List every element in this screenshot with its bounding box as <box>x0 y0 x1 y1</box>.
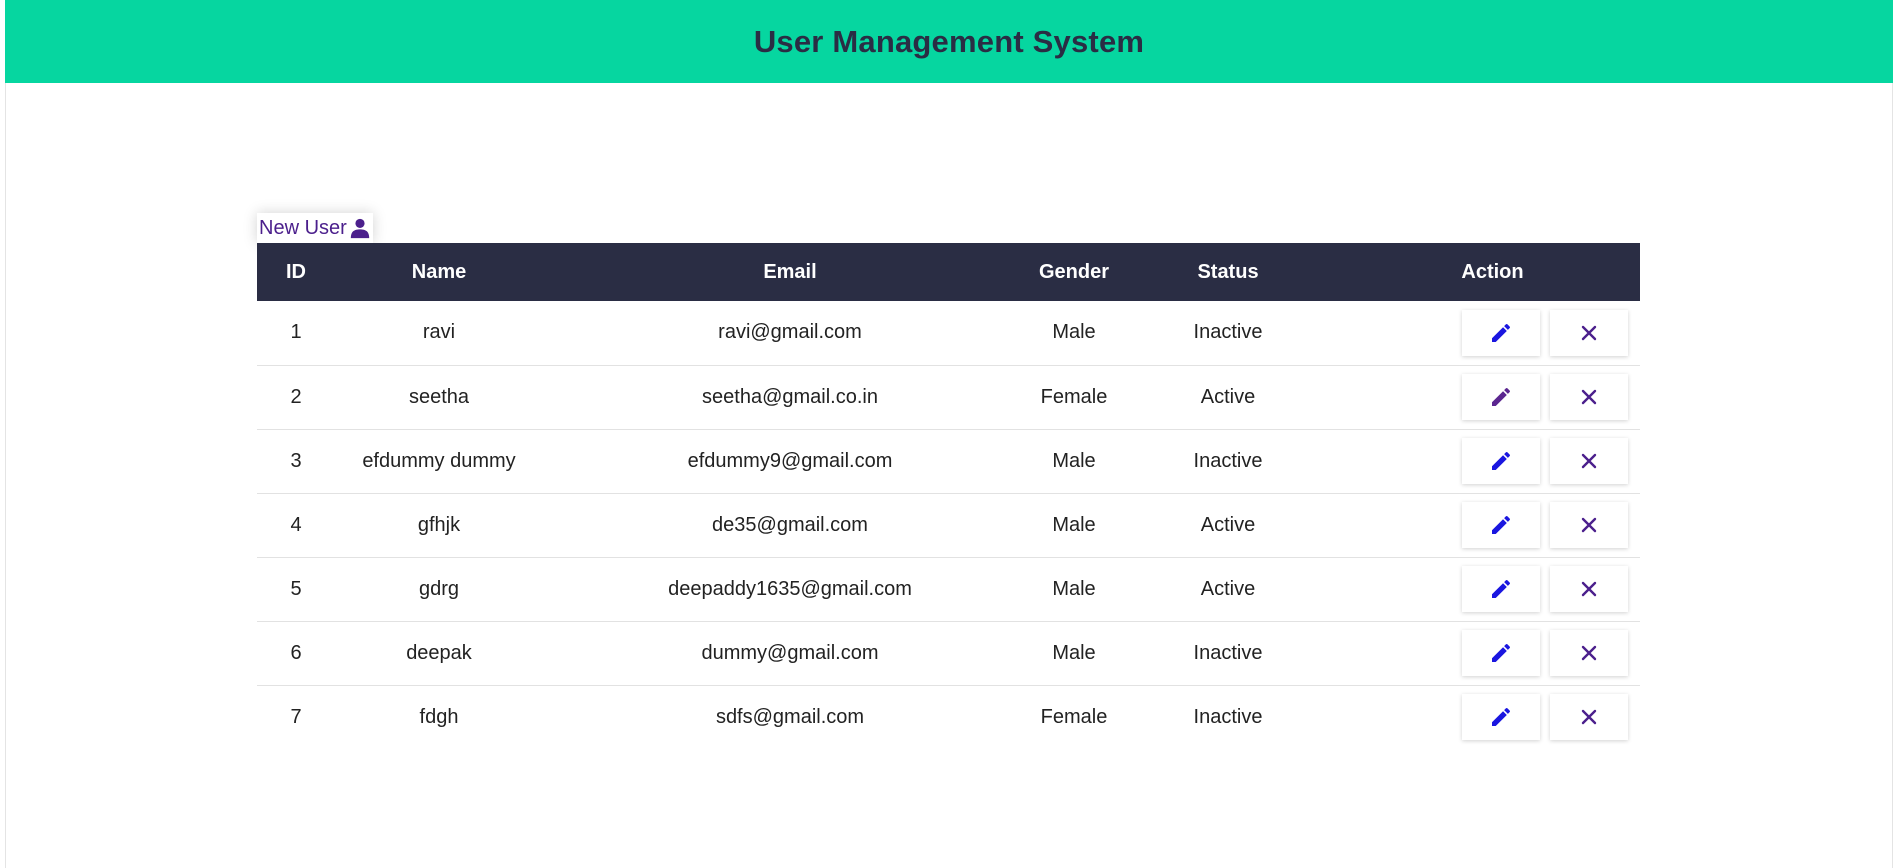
pencil-icon <box>1492 451 1511 470</box>
cell-id: 4 <box>290 513 302 536</box>
cell-gender: Male <box>1052 513 1096 536</box>
new-user-label: New User <box>259 216 347 239</box>
cell-status: Active <box>1200 513 1256 536</box>
user-icon <box>350 218 369 239</box>
cell-id: 6 <box>290 641 302 664</box>
cell-name: ravi <box>422 321 456 344</box>
delete-button[interactable] <box>1550 566 1628 612</box>
pencil-icon <box>1492 643 1511 662</box>
column-header-action: Action <box>1461 260 1524 283</box>
new-user-button[interactable]: New User <box>257 213 373 243</box>
cell-email: sdfs@gmail.com <box>715 705 865 728</box>
cell-actions <box>1345 493 1640 557</box>
close-icon <box>1581 581 1597 597</box>
page-title: User Management System <box>753 23 1145 59</box>
pencil-icon <box>1492 579 1511 598</box>
cell-actions <box>1345 685 1640 749</box>
cell-email: dummy@gmail.com <box>701 641 879 664</box>
cell-gender: Female <box>1040 385 1108 408</box>
table-row: 7 fdgh sdfs@gmail.com Female Inactive <box>257 685 1640 749</box>
close-icon <box>1581 645 1597 661</box>
cell-id: 3 <box>290 449 302 472</box>
cell-id: 7 <box>290 705 302 728</box>
edit-button[interactable] <box>1462 566 1540 612</box>
cell-email: efdummy9@gmail.com <box>687 449 893 472</box>
cell-name: deepak <box>406 641 472 664</box>
pencil-icon <box>1492 387 1511 406</box>
table-row: 5 gdrg deepaddy1635@gmail.com Male Activ… <box>257 557 1640 621</box>
cell-status: Inactive <box>1193 705 1263 728</box>
cell-gender: Male <box>1052 449 1096 472</box>
column-header-email: Email <box>763 260 817 283</box>
delete-button[interactable] <box>1550 694 1628 741</box>
edit-button[interactable] <box>1462 309 1540 356</box>
table-row: 4 gfhjk de35@gmail.com Male Active <box>257 493 1640 557</box>
pencil-icon <box>1492 515 1511 534</box>
delete-button[interactable] <box>1550 630 1628 676</box>
column-header-id: ID <box>286 260 306 283</box>
edit-button[interactable] <box>1462 374 1540 420</box>
cell-status: Inactive <box>1193 321 1263 344</box>
pencil-icon <box>1492 708 1511 727</box>
cell-actions <box>1345 557 1640 621</box>
cell-email: de35@gmail.com <box>712 513 868 536</box>
edit-button[interactable] <box>1462 438 1540 484</box>
delete-button[interactable] <box>1550 502 1628 548</box>
close-icon <box>1581 710 1597 725</box>
table-row: 3 efdummy dummy efdummy9@gmail.com Male … <box>257 429 1640 493</box>
cell-gender: Male <box>1052 577 1096 600</box>
cell-id: 2 <box>290 385 302 408</box>
delete-button[interactable] <box>1550 309 1628 356</box>
cell-status: Active <box>1200 385 1256 408</box>
cell-actions <box>1345 429 1640 493</box>
cell-email: ravi@gmail.com <box>718 321 862 344</box>
pencil-icon <box>1492 323 1511 342</box>
edit-button[interactable] <box>1462 502 1540 548</box>
cell-actions <box>1345 301 1640 365</box>
edit-button[interactable] <box>1462 630 1540 676</box>
delete-button[interactable] <box>1550 374 1628 420</box>
cell-status: Inactive <box>1193 641 1263 664</box>
close-icon <box>1581 325 1597 340</box>
users-table-body: 1 ravi ravi@gmail.com Male Inactive 2 se… <box>257 301 1640 749</box>
users-table: ID Name Email Gender Status Action 1 rav… <box>257 243 1640 749</box>
column-header-status: Status <box>1197 260 1259 283</box>
close-icon <box>1581 389 1597 405</box>
cell-gender: Male <box>1052 321 1096 344</box>
cell-gender: Female <box>1040 705 1108 728</box>
cell-actions <box>1345 621 1640 685</box>
edit-button[interactable] <box>1462 694 1540 741</box>
cell-name: seetha <box>408 385 470 408</box>
table-row: 6 deepak dummy@gmail.com Male Inactive <box>257 621 1640 685</box>
cell-id: 1 <box>290 321 302 344</box>
table-row: 2 seetha seetha@gmail.co.in Female Activ… <box>257 365 1640 429</box>
column-header-name: Name <box>411 260 467 283</box>
cell-name: gfhjk <box>417 513 461 536</box>
cell-gender: Male <box>1052 641 1096 664</box>
cell-status: Active <box>1200 577 1256 600</box>
cell-email: seetha@gmail.co.in <box>702 385 878 408</box>
close-icon <box>1581 517 1597 533</box>
app-header: User Management System <box>5 0 1893 83</box>
cell-actions <box>1345 365 1640 429</box>
cell-id: 5 <box>290 577 302 600</box>
table-header-row: ID Name Email Gender Status Action <box>257 243 1640 301</box>
close-icon <box>1581 453 1597 469</box>
column-header-gender: Gender <box>1038 260 1110 283</box>
cell-name: fdgh <box>419 705 459 728</box>
cell-status: Inactive <box>1193 449 1263 472</box>
cell-name: gdrg <box>418 577 460 600</box>
table-row: 1 ravi ravi@gmail.com Male Inactive <box>257 301 1640 365</box>
delete-button[interactable] <box>1550 438 1628 484</box>
cell-name: efdummy dummy <box>362 449 516 472</box>
cell-email: deepaddy1635@gmail.com <box>668 577 912 600</box>
